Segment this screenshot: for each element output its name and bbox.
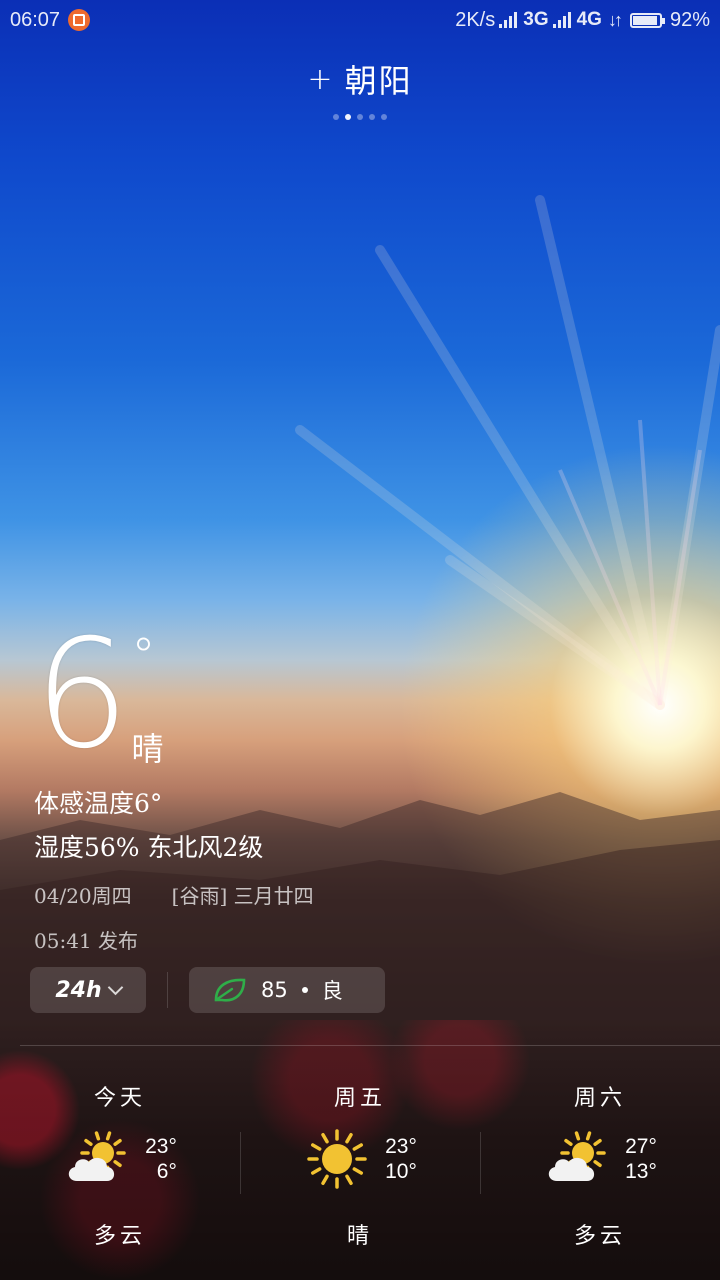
forecast-low: 10° <box>385 1160 417 1183</box>
sunny-icon <box>303 1129 371 1189</box>
chevron-down-icon <box>107 979 123 996</box>
feels-like: 体感温度6° <box>34 789 163 818</box>
forecast-day-name: 今天 <box>93 1086 146 1111</box>
battery-icon <box>629 12 665 28</box>
aqi-value: 85 <box>261 978 288 1002</box>
status-bar: 06:07 2K/s 3G 4G ↓↑ 92% <box>0 0 720 40</box>
hourly-label: 24h <box>55 977 102 1003</box>
hourly-forecast-button[interactable]: 24h <box>30 967 146 1013</box>
forecast-condition: 多云 <box>93 1224 146 1249</box>
humidity-wind: 湿度56% 东北风2级 <box>34 833 264 862</box>
page-dot <box>345 114 351 120</box>
current-temperature: 6 <box>34 608 129 782</box>
date: 04/20周四 <box>34 884 132 908</box>
daily-forecast: 今天 23° 6° 多云 周五 23° 10° 晴 周六 27° 13° 多云 <box>0 1080 720 1250</box>
forecast-low: 13° <box>625 1160 657 1183</box>
add-city-button[interactable]: + <box>307 62 332 97</box>
city-header: + 朝阳 <box>0 56 720 120</box>
network-3g-label: 3G <box>523 9 549 30</box>
page-indicator <box>0 114 720 120</box>
page-dot <box>369 114 375 120</box>
partly-cloudy-icon <box>63 1129 131 1189</box>
network-4g-label: 4G <box>576 9 602 30</box>
section-divider <box>20 1045 720 1046</box>
forecast-high: 23° <box>385 1135 417 1158</box>
divider <box>167 972 168 1008</box>
lunar-date: [谷雨] 三月廿四 <box>171 884 314 908</box>
degree-symbol: ° <box>131 628 156 684</box>
current-conditions: 6 ° 晴 体感温度6° 湿度56% 东北风2级 04/20周四 [谷雨] 三月廿… <box>34 620 314 954</box>
status-time: 06:07 <box>10 8 61 31</box>
publish-time: 05:41 发布 <box>34 929 138 953</box>
notification-icon <box>68 9 91 31</box>
page-dot <box>381 114 387 120</box>
net-speed: 2K/s <box>455 8 496 31</box>
forecast-day[interactable]: 周五 23° 10° 晴 <box>240 1080 480 1250</box>
forecast-low: 6° <box>156 1160 177 1183</box>
city-name[interactable]: 朝阳 <box>345 56 413 102</box>
forecast-condition: 晴 <box>346 1224 373 1249</box>
weather-screen: 06:07 2K/s 3G 4G ↓↑ 92% + 朝阳 6 ° 晴 体感温度6… <box>0 0 720 1280</box>
page-dot <box>333 114 339 120</box>
forecast-day[interactable]: 今天 23° 6° 多云 <box>0 1080 240 1250</box>
forecast-day-name: 周六 <box>573 1086 626 1111</box>
page-dot <box>357 114 363 120</box>
date-line: 04/20周四 [谷雨] 三月廿四 <box>34 880 314 909</box>
forecast-high: 23° <box>145 1135 177 1158</box>
current-condition: 晴 <box>131 730 164 768</box>
signal-icon <box>499 12 518 28</box>
forecast-day-name: 周五 <box>333 1086 386 1111</box>
data-transfer-icon: ↓↑ <box>607 9 623 30</box>
battery-percent: 92% <box>669 8 710 31</box>
aqi-level: 良 <box>321 979 343 1003</box>
signal-icon <box>552 12 571 28</box>
air-quality-button[interactable]: 85 良 <box>189 967 385 1013</box>
forecast-day[interactable]: 周六 27° 13° 多云 <box>480 1080 720 1250</box>
partly-cloudy-icon <box>543 1129 611 1189</box>
separator-dot <box>301 987 308 993</box>
leaf-icon <box>214 978 246 1002</box>
forecast-condition: 多云 <box>573 1224 626 1249</box>
controls-row: 24h 85 良 <box>30 967 385 1013</box>
forecast-high: 27° <box>625 1135 657 1158</box>
